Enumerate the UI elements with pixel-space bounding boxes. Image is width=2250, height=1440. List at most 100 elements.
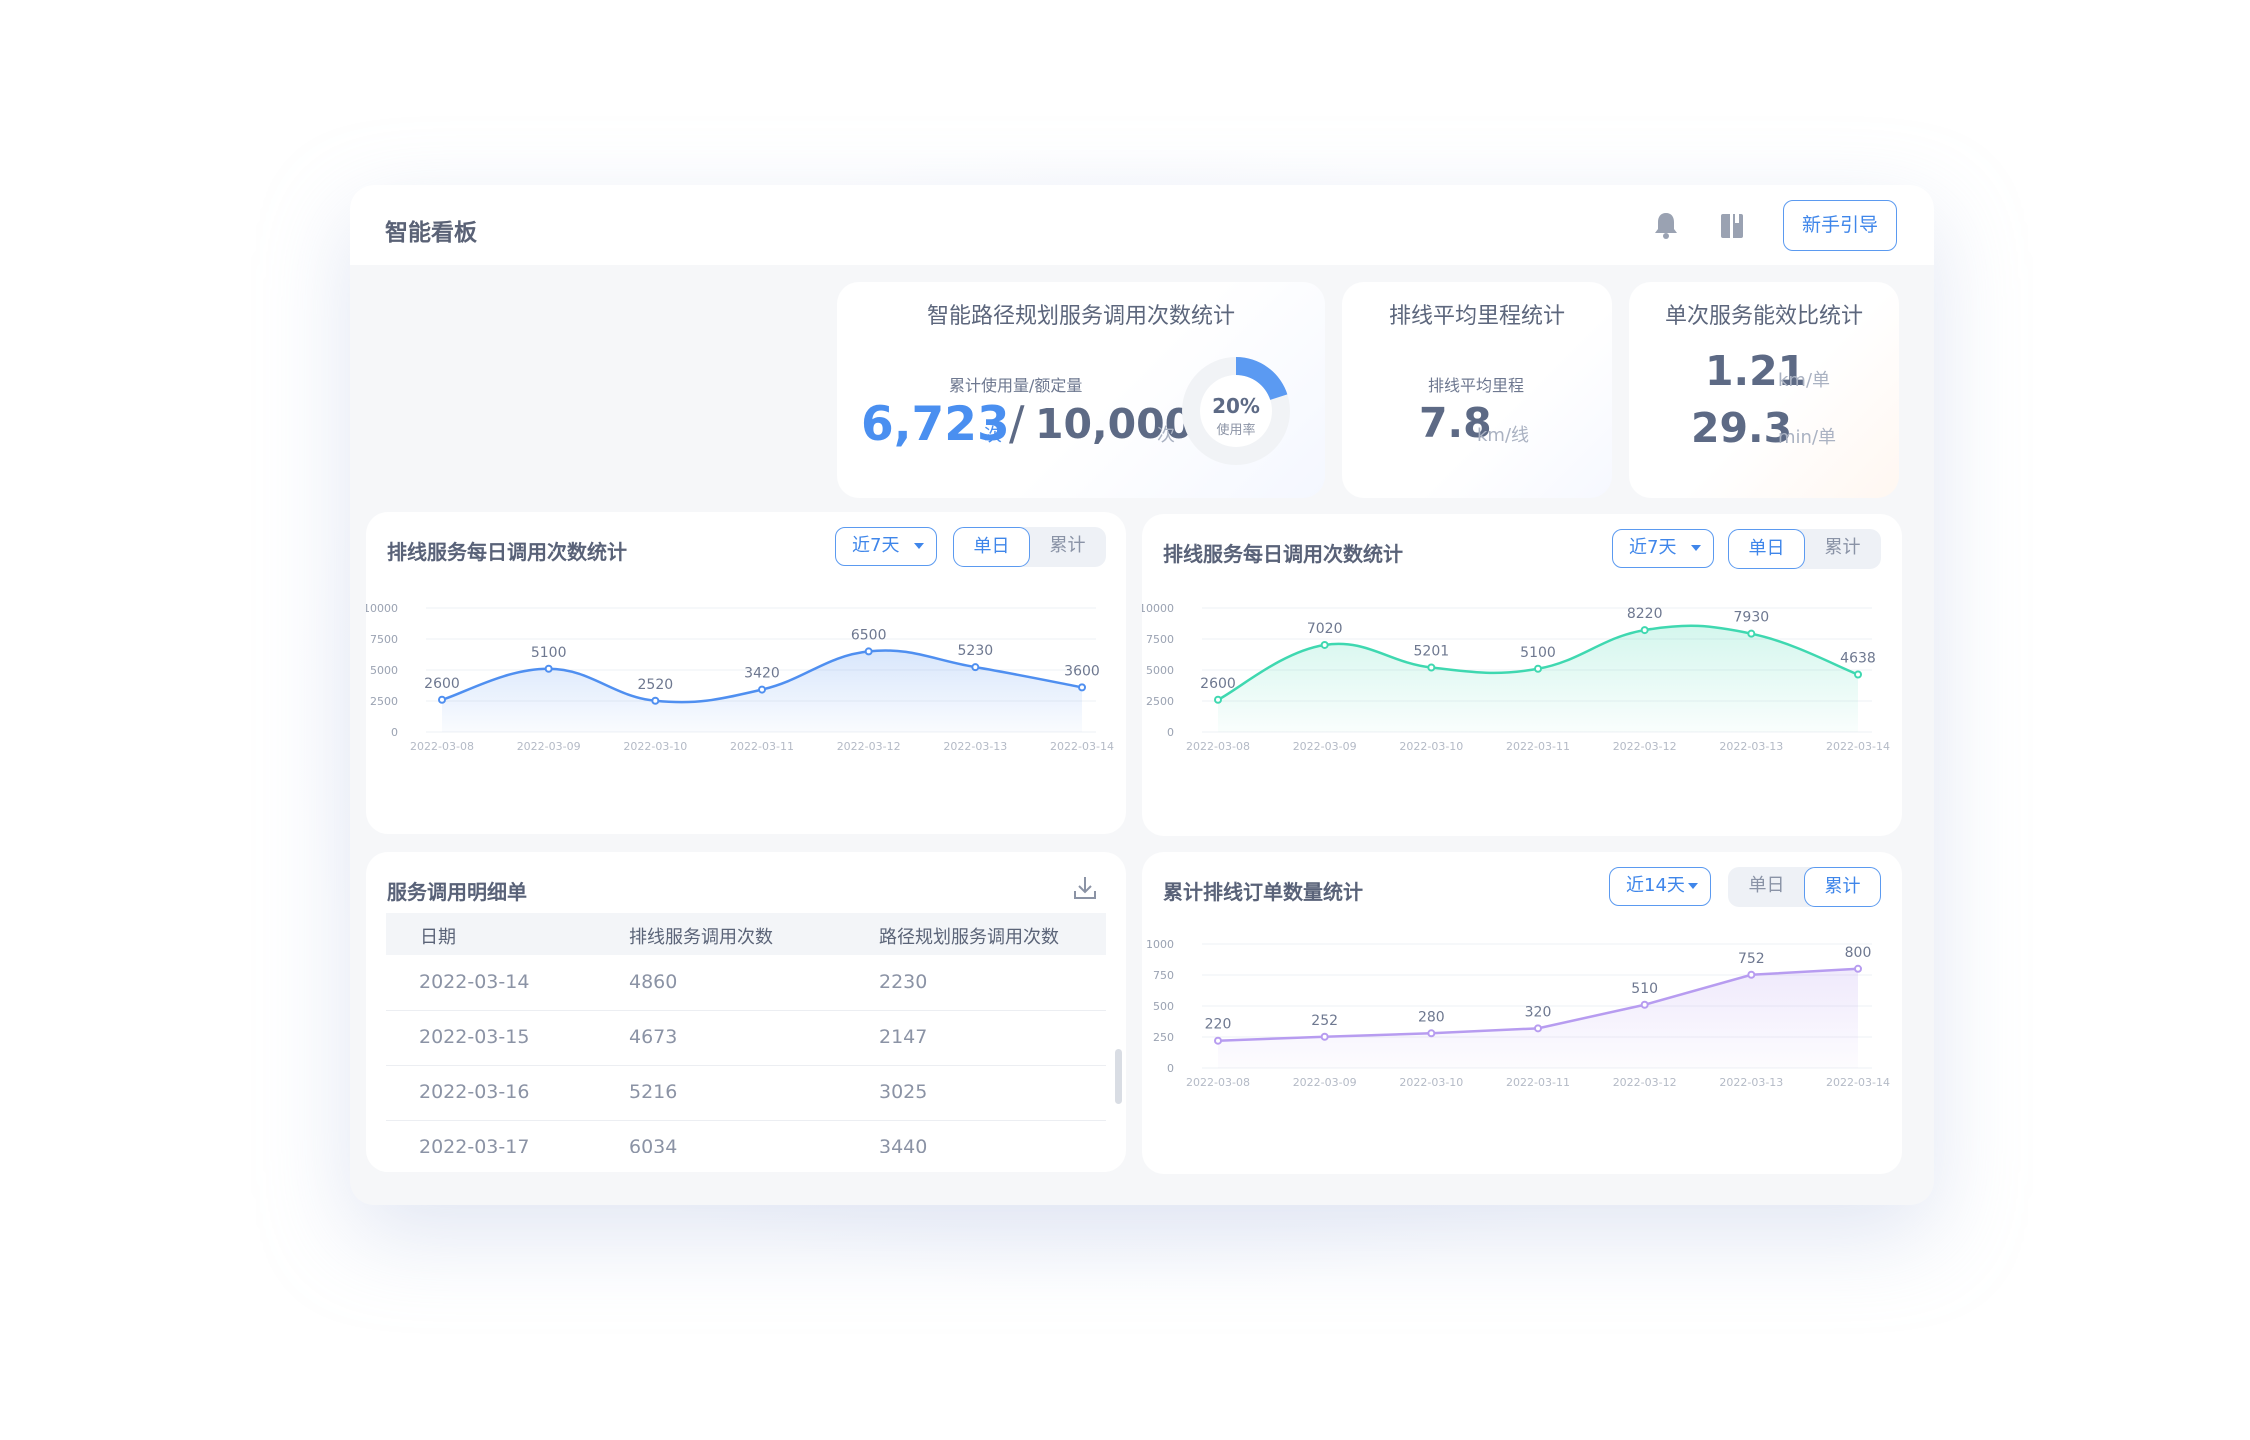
cumulative-mode-button[interactable]: 累计	[1804, 867, 1881, 907]
route-calls-card: 智能路径规划服务调用次数统计 累计使用量/额定量 6,723 次 / 10,00…	[837, 282, 1325, 498]
guide-button[interactable]: 新手引导	[1783, 200, 1897, 251]
usage-rate-label: 使用率	[1216, 423, 1256, 438]
x-tick-label: 2022-03-10	[1399, 740, 1463, 753]
usage-rate: 20%	[1212, 394, 1260, 418]
y-tick-label: 7500	[370, 633, 398, 646]
data-point	[758, 685, 766, 694]
range-select[interactable]: 近14天	[1609, 867, 1711, 906]
data-point	[1534, 1024, 1542, 1033]
app-title: 智能看板	[385, 220, 477, 246]
y-tick-label: 2500	[370, 695, 398, 708]
daily-calls-panel-right: 排线服务每日调用次数统计 近7天 单日 累计 0 2500 5000 7500 1000…	[1142, 514, 1902, 836]
x-tick-label: 2022-03-08	[410, 740, 474, 753]
efficiency-unit-2: min/单	[1778, 427, 1837, 448]
x-tick-label: 2022-03-14	[1826, 740, 1890, 753]
panel-title: 累计排线订单数量统计	[1163, 880, 1363, 904]
table-row: 2022-03-14 4860 2230	[386, 955, 1106, 1011]
range-select[interactable]: 近7天	[835, 527, 937, 566]
cumulative-mode-button[interactable]: 累计	[1029, 527, 1106, 567]
y-tick-label: 250	[1153, 1031, 1174, 1044]
download-icon[interactable]	[1071, 874, 1099, 902]
data-label: 510	[1631, 981, 1658, 997]
y-tick-label: 750	[1153, 969, 1174, 982]
avg-mileage-label: 排线平均里程	[1428, 376, 1525, 395]
table-scrollbar[interactable]	[1115, 1049, 1122, 1104]
route-calls-cell: 3025	[879, 1081, 928, 1103]
x-tick-label: 2022-03-13	[943, 740, 1007, 753]
date-cell: 2022-03-16	[419, 1081, 530, 1103]
data-label: 6500	[851, 627, 887, 643]
cumulative-orders-chart: 0 250 500 750 1000 220 2022-03-08 252 2022-03-09…	[1146, 938, 1890, 1089]
table-header: 日期 排线服务调用次数 路径规划服务调用次数	[386, 913, 1106, 955]
range-select[interactable]: 近7天	[1612, 529, 1714, 568]
chevron-down-icon	[1688, 883, 1698, 889]
avg-mileage-unit: km/线	[1477, 425, 1530, 446]
data-label: 5201	[1414, 644, 1450, 660]
data-label: 5100	[531, 645, 567, 661]
table-fade	[366, 1153, 1126, 1172]
x-tick-label: 2022-03-12	[1613, 1076, 1677, 1089]
y-tick-label: 0	[1167, 1062, 1174, 1075]
data-label: 280	[1418, 1009, 1445, 1025]
range-select-label: 近7天	[1629, 537, 1677, 558]
data-point	[1214, 695, 1222, 704]
cumulative-orders-panel: 累计排线订单数量统计 近14天 单日 累计 0 250 500 750 1000 220 2…	[1142, 852, 1902, 1174]
data-label: 5230	[958, 643, 994, 659]
data-label: 2520	[638, 677, 674, 693]
panel-title: 排线服务每日调用次数统计	[1163, 542, 1403, 566]
x-tick-label: 2022-03-12	[1613, 740, 1677, 753]
column-header: 路径规划服务调用次数	[879, 927, 1059, 948]
daily-mode-button[interactable]: 单日	[953, 527, 1030, 567]
book-icon[interactable]	[1714, 207, 1750, 243]
data-label: 8220	[1627, 606, 1663, 622]
data-point	[1747, 970, 1756, 979]
route-calls-cell: 2230	[879, 971, 928, 993]
data-label: 3420	[744, 666, 780, 682]
route-calls-cell: 2147	[879, 1026, 928, 1048]
panel-title: 排线服务每日调用次数统计	[387, 540, 627, 564]
data-label: 3600	[1064, 663, 1100, 679]
daily-calls-panel-left: 排线服务每日调用次数统计 近7天 单日 累计 0 2500 5000 7500 1000…	[366, 512, 1126, 834]
x-tick-label: 2022-03-13	[1719, 1076, 1783, 1089]
data-point	[1427, 1029, 1436, 1038]
daily-mode-button[interactable]: 单日	[1728, 867, 1805, 907]
y-tick-label: 500	[1153, 1000, 1174, 1013]
dashboard-window: 智能看板 新手引导 智能路径规划服务调用次数统计 累计使用量/额定量 6,723…	[350, 185, 1934, 1205]
bell-icon[interactable]	[1648, 207, 1684, 243]
x-tick-label: 2022-03-08	[1186, 740, 1250, 753]
table-row: 2022-03-16 5216 3025	[386, 1065, 1106, 1121]
data-point	[1078, 683, 1086, 692]
x-tick-label: 2022-03-10	[1399, 1076, 1463, 1089]
y-tick-label: 5000	[370, 664, 398, 677]
data-point	[1534, 664, 1542, 673]
data-point	[1747, 629, 1756, 638]
call-detail-panel: 服务调用明细单 日期 排线服务调用次数 路径规划服务调用次数 2022-03-1…	[366, 852, 1126, 1172]
panel-title: 服务调用明细单	[387, 880, 527, 904]
x-tick-label: 2022-03-11	[730, 740, 794, 753]
data-label: 2600	[424, 676, 460, 692]
cumulative-mode-button[interactable]: 累计	[1804, 529, 1881, 569]
separator: /	[1009, 396, 1025, 450]
used-unit: 次	[984, 425, 1002, 446]
y-tick-label: 0	[1167, 726, 1174, 739]
mode-toggle: 单日 累计	[1728, 529, 1881, 569]
data-point	[1640, 1000, 1649, 1009]
data-label: 800	[1845, 945, 1872, 961]
data-label: 252	[1311, 1013, 1338, 1029]
data-label: 2600	[1200, 676, 1236, 692]
y-tick-label: 1000	[1146, 938, 1174, 951]
route-calls-title: 智能路径规划服务调用次数统计	[926, 304, 1235, 329]
efficiency-card: 单次服务能效比统计 1.21 km/单 29.3 min/单	[1629, 282, 1899, 498]
daily-mode-button[interactable]: 单日	[1728, 529, 1805, 569]
mode-toggle: 单日 累计	[1728, 867, 1881, 907]
efficiency-unit-1: km/单	[1778, 370, 1831, 391]
data-label: 320	[1525, 1004, 1552, 1020]
data-point	[1640, 626, 1649, 635]
y-tick-label: 5000	[1146, 664, 1174, 677]
data-label: 7930	[1734, 610, 1770, 626]
efficiency-value-2: 29.3	[1691, 404, 1793, 452]
range-select-label: 近14天	[1626, 875, 1685, 896]
x-tick-label: 2022-03-09	[1293, 740, 1357, 753]
y-tick-label: 10000	[1142, 602, 1174, 615]
avg-mileage-title: 排线平均里程统计	[1388, 304, 1565, 329]
